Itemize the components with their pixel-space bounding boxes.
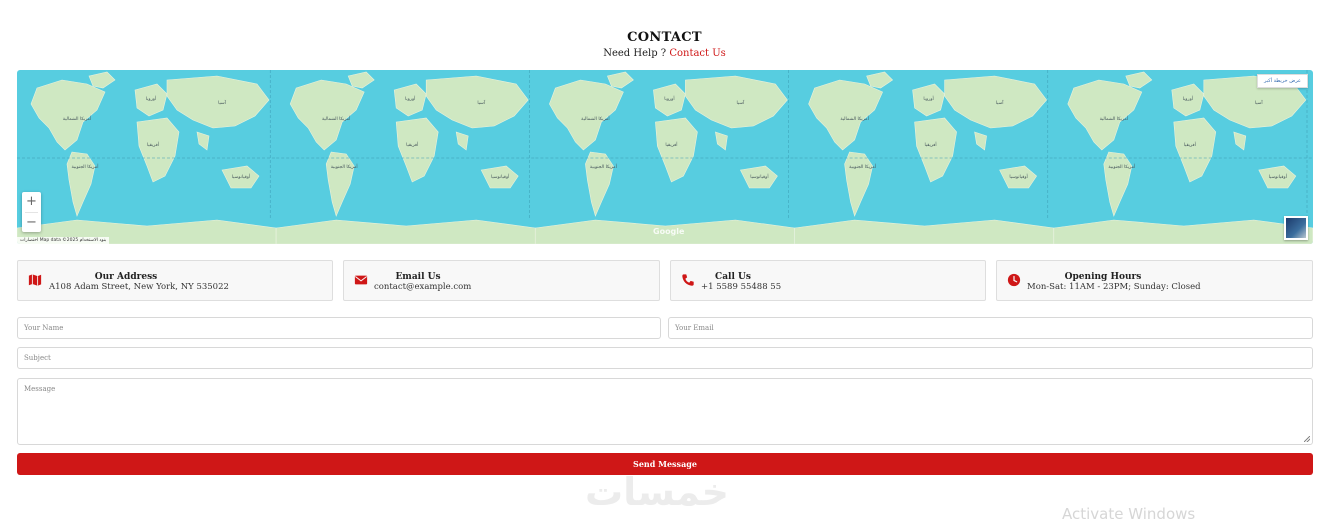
continent-label: آسيا xyxy=(996,100,1004,106)
continent-label: أمريكا الجنوبية xyxy=(849,163,876,170)
landmass xyxy=(808,79,883,151)
info-card-title: Email Us xyxy=(395,272,441,282)
info-card-title: Call Us xyxy=(715,272,751,282)
resize-handle[interactable] xyxy=(1304,436,1310,442)
message-textarea[interactable]: Message xyxy=(17,378,1313,445)
continent-label: أوقيانوسيا xyxy=(232,173,250,180)
continent-label: آسيا xyxy=(737,100,745,106)
continent-label: أمريكا الجنوبية xyxy=(72,163,99,170)
continent-label: آسيا xyxy=(218,100,226,106)
continent-label: آسيا xyxy=(1255,100,1263,106)
info-card-value[interactable]: contact@example.com xyxy=(374,282,471,292)
continent-label: أفريقيا xyxy=(406,141,418,148)
map-tile: أمريكا الشمالية أوروبا آسيا أفريقيا أمريكا ا… xyxy=(17,70,277,244)
map-tiles: أمريكا الشمالية أوروبا آسيا أفريقيا أمريكا ا… xyxy=(17,70,1313,244)
landmass xyxy=(844,151,873,217)
activate-windows-watermark: Activate Windows xyxy=(1062,505,1196,523)
continent-label: أفريقيا xyxy=(925,141,937,148)
landmass xyxy=(196,131,210,151)
landmass xyxy=(30,79,106,151)
continent-label: أوروبا xyxy=(1183,95,1193,102)
landmass xyxy=(866,71,894,89)
info-card-hours: Opening Hours Mon-Sat: 11AM - 23PM; Sund… xyxy=(996,260,1313,301)
satellite-toggle[interactable] xyxy=(1284,216,1308,240)
landmass xyxy=(88,71,116,89)
continent-label: أفريقيا xyxy=(1184,141,1196,148)
message-placeholder: Message xyxy=(24,385,56,393)
subtitle-prefix: Need Help ? xyxy=(603,48,667,59)
zoom-out-button[interactable]: − xyxy=(22,213,41,233)
landmass xyxy=(914,117,957,183)
landmass xyxy=(347,71,375,89)
continent-label: أفريقيا xyxy=(665,141,677,148)
continent-label: أمريكا الشمالية xyxy=(581,115,609,122)
continent-label: أمريكا الجنوبية xyxy=(1108,163,1135,170)
continent-label: أمريكا الشمالية xyxy=(1100,115,1128,122)
landmass xyxy=(715,131,728,151)
page-title: CONTACT xyxy=(627,30,702,45)
continent-label: أوقيانوسيا xyxy=(1009,173,1027,180)
subject-input[interactable]: Subject xyxy=(17,347,1313,369)
continent-label: أوروبا xyxy=(923,95,933,102)
watermark-logo: خمسات xyxy=(585,470,729,514)
name-input[interactable]: Your Name xyxy=(17,317,661,339)
landmass xyxy=(1173,117,1217,183)
map-tile: أمريكا الشمالية أوروبا آسيا أفريقيا أمريكا ا… xyxy=(1053,70,1313,244)
section-header: CONTACT Need Help ? Contact Us xyxy=(0,30,1329,59)
info-card-email: Email Us contact@example.com xyxy=(343,260,660,301)
continent-label: أمريكا الشمالية xyxy=(322,115,350,122)
continent-label: أوقيانوسيا xyxy=(750,173,768,180)
continent-label: أوقيانوسيا xyxy=(491,173,509,180)
page-subtitle: Need Help ? Contact Us xyxy=(0,48,1329,59)
landmass xyxy=(1233,131,1247,151)
continent-label: آسيا xyxy=(477,100,485,106)
embedded-map[interactable]: أمريكا الشمالية أوروبا آسيا أفريقيا أمريكا ا… xyxy=(17,70,1313,244)
continent-label: أمريكا الشمالية xyxy=(840,115,868,122)
info-cards: Our Address A108 Adam Street, New York, … xyxy=(17,260,1313,301)
continent-label: أفريقيا xyxy=(147,141,159,148)
landmass xyxy=(606,71,634,89)
landmass xyxy=(1125,71,1153,89)
landmass xyxy=(585,151,614,217)
continent-label: أوروبا xyxy=(405,95,415,102)
landmass xyxy=(275,219,536,244)
map-tile: أمريكا الشمالية أوروبا آسيا أفريقيا أمريكا ا… xyxy=(275,70,536,244)
zoom-in-button[interactable]: + xyxy=(22,192,41,212)
info-card-title: Opening Hours xyxy=(1064,272,1142,282)
map-tile: أمريكا الشمالية أوروبا آسيا أفريقيا أمريكا ا… xyxy=(794,70,1054,244)
landmass xyxy=(66,151,96,217)
continent-label: أمريكا الجنوبية xyxy=(590,163,617,170)
map-attribution[interactable]: اختصارات Map data ©2025 بنود الاستخدام xyxy=(17,237,110,244)
landmass xyxy=(655,117,698,183)
landmass xyxy=(136,117,180,183)
map-tile: أمريكا الشمالية أوروبا آسيا أفريقيا أمريكا ا… xyxy=(535,70,795,244)
landmass xyxy=(974,131,987,151)
landmass xyxy=(325,151,355,217)
info-card-value: Mon-Sat: 11AM - 23PM; Sunday: Closed xyxy=(1027,282,1201,292)
landmass xyxy=(1053,219,1313,244)
info-card-value: A108 Adam Street, New York, NY 535022 xyxy=(49,282,229,292)
landmass xyxy=(395,117,439,183)
continent-label: أوروبا xyxy=(146,95,156,102)
info-card-value[interactable]: +1 5589 55488 55 xyxy=(701,282,781,292)
info-card-title: Our Address xyxy=(94,272,158,282)
landmass xyxy=(1067,79,1143,151)
info-card-phone: Call Us +1 5589 55488 55 xyxy=(670,260,986,301)
google-logo: Google xyxy=(653,227,685,236)
landmass xyxy=(794,219,1054,244)
continent-label: أمريكا الشمالية xyxy=(63,115,91,122)
info-card-address: Our Address A108 Adam Street, New York, … xyxy=(17,260,333,301)
view-larger-map-button[interactable]: عرض خريطة أكبر xyxy=(1256,74,1308,88)
landmass xyxy=(289,79,365,151)
zoom-control: + − xyxy=(22,192,41,232)
continent-label: أوروبا xyxy=(664,95,674,102)
continent-label: أمريكا الجنوبية xyxy=(331,163,358,170)
email-input[interactable]: Your Email xyxy=(668,317,1313,339)
landmass xyxy=(455,131,469,151)
contact-us-link[interactable]: Contact Us xyxy=(669,48,725,59)
landmass xyxy=(549,79,624,151)
landmass xyxy=(1103,151,1133,217)
continent-label: أوقيانوسيا xyxy=(1269,173,1287,180)
